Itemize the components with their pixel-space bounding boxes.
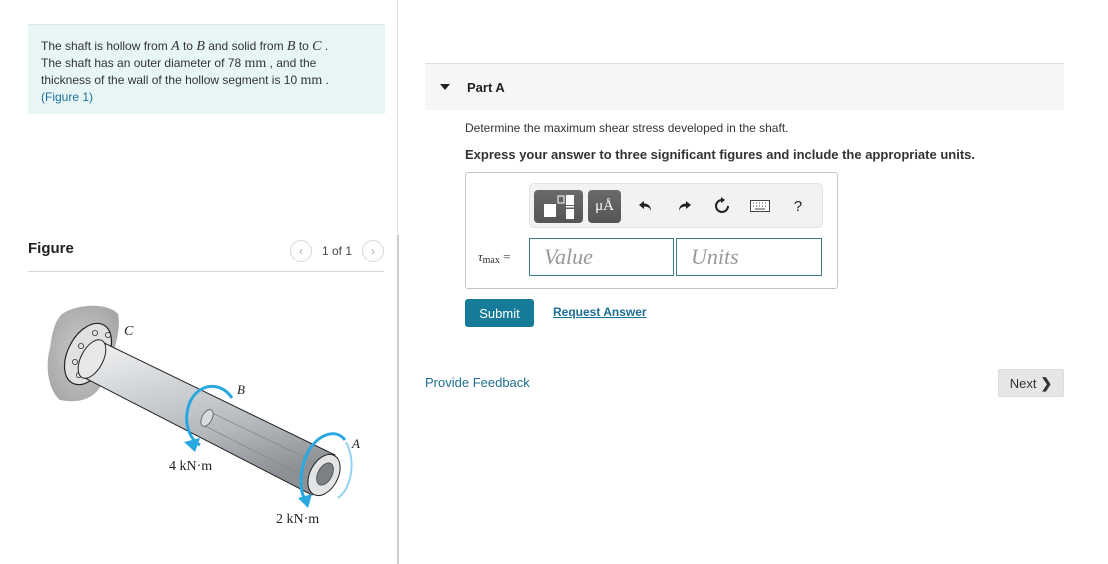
reset-icon [715, 197, 729, 213]
submit-button[interactable]: Submit [465, 299, 534, 327]
units-input[interactable] [676, 238, 822, 276]
keyboard-icon [750, 200, 770, 212]
keyboard-button[interactable] [748, 194, 772, 218]
answer-box: μÅ ? τmax = [465, 172, 838, 289]
problem-statement: The shaft is hollow from A to B and soli… [28, 24, 385, 114]
instructions-text: Express your answer to three significant… [465, 147, 975, 162]
undo-button[interactable] [634, 194, 658, 218]
chevron-right-icon: ❯ [1040, 374, 1053, 391]
value-input[interactable] [529, 238, 674, 276]
label-c: C [124, 324, 134, 339]
figure-1-link[interactable]: (Figure 1) [41, 90, 93, 104]
answer-variable-label: τmax = [478, 249, 511, 266]
label-torque-b: 4 kN·m [169, 459, 212, 474]
label-b: B [237, 382, 245, 397]
request-answer-link[interactable]: Request Answer [553, 305, 647, 319]
chevron-left-icon: ‹ [298, 244, 303, 258]
next-button[interactable]: Next ❯ [998, 369, 1064, 397]
units-icon: μÅ [595, 198, 614, 214]
units-button[interactable]: μÅ [588, 190, 621, 223]
part-a-header[interactable]: Part A [425, 63, 1064, 110]
figure-header: Figure ‹ 1 of 1 › [28, 238, 384, 272]
help-button[interactable]: ? [786, 194, 810, 218]
pane-divider [397, 0, 398, 235]
math-toolbar: μÅ ? [529, 183, 823, 228]
next-label: Next [1009, 375, 1037, 391]
templates-button[interactable] [534, 190, 583, 223]
prev-figure-button[interactable]: ‹ [289, 240, 312, 262]
redo-icon [679, 201, 691, 211]
caret-down-icon[interactable] [440, 84, 450, 90]
redo-button[interactable] [672, 194, 696, 218]
question-text: Determine the maximum shear stress devel… [465, 121, 789, 135]
label-torque-a: 2 kN·m [276, 512, 319, 527]
help-icon: ? [793, 197, 803, 215]
part-title: Part A [467, 80, 505, 95]
templates-icon [543, 194, 574, 219]
pane-resize-handle[interactable] [397, 235, 399, 564]
shaft-figure: C B A 4 kN·m 2 kN·m [47, 305, 360, 527]
provide-feedback-link[interactable]: Provide Feedback [425, 375, 530, 390]
label-a: A [351, 436, 360, 451]
undo-icon [639, 201, 651, 211]
reset-button[interactable] [710, 194, 734, 218]
figure-pager: ‹ 1 of 1 › [289, 240, 384, 262]
figure-title: Figure [28, 240, 74, 257]
next-figure-button[interactable]: › [362, 240, 384, 262]
pager-text: 1 of 1 [321, 244, 352, 258]
chevron-right-icon: › [371, 244, 375, 258]
